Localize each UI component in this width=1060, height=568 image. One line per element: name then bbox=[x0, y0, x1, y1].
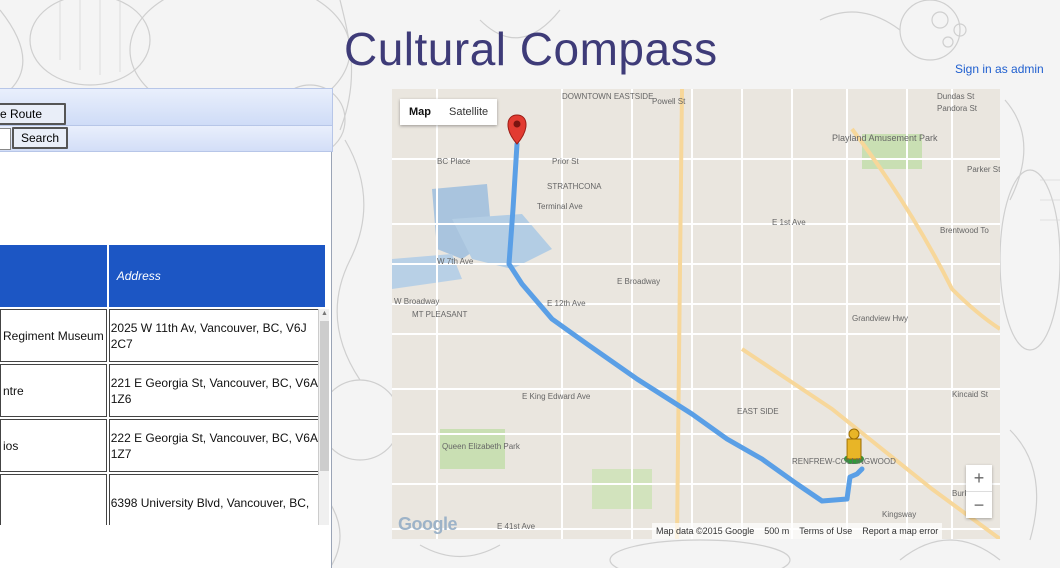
map-label: STRATHCONA bbox=[547, 182, 602, 191]
map-label: DOWNTOWN EASTSIDE bbox=[562, 92, 653, 101]
location-name: ios bbox=[0, 419, 107, 472]
map-label: Pandora St bbox=[937, 104, 978, 113]
table-row[interactable]: ntre 221 E Georgia St, Vancouver, BC, V6… bbox=[0, 364, 325, 417]
map-label: RENFREW-COLLINGWOOD bbox=[792, 457, 896, 466]
location-name-text: ios bbox=[3, 438, 19, 453]
location-name: ntre bbox=[0, 364, 107, 417]
zoom-in-icon[interactable]: + bbox=[966, 465, 992, 491]
table-row[interactable]: ios 222 E Georgia St, Vancouver, BC, V6A… bbox=[0, 419, 325, 472]
location-name-text: Regiment Museum bbox=[3, 328, 104, 343]
map-label: Dundas St bbox=[937, 92, 975, 101]
map-label: Kingsway bbox=[882, 510, 916, 519]
locations-table: Address Regiment Museum 2025 W 11th Av, … bbox=[0, 243, 327, 525]
destination-marker-icon[interactable] bbox=[507, 114, 527, 145]
map-label: Kincaid St bbox=[952, 390, 989, 399]
report-error-link[interactable]: Report a map error bbox=[862, 526, 938, 536]
map-footer: Map data ©2015 Google 500 m Terms of Use… bbox=[652, 523, 943, 539]
map-label: W Broadway bbox=[394, 297, 439, 306]
park-area bbox=[592, 469, 652, 509]
table-row[interactable]: 6398 University Blvd, Vancouver, BC, bbox=[0, 474, 325, 525]
map-label: Grandview Hwy bbox=[852, 314, 908, 323]
map-label: E 12th Ave bbox=[547, 299, 586, 308]
table-row[interactable]: Regiment Museum 2025 W 11th Av, Vancouve… bbox=[0, 309, 325, 362]
map-label: Parker St bbox=[967, 165, 1000, 174]
scrollbar-thumb[interactable] bbox=[320, 321, 329, 471]
location-address: 221 E Georgia St, Vancouver, BC, V6A 1Z6 bbox=[108, 364, 325, 417]
map-label: BC Place bbox=[437, 157, 471, 166]
map-label: W 7th Ave bbox=[437, 257, 474, 266]
map-label: E Broadway bbox=[617, 277, 660, 286]
map-label: E 41st Ave bbox=[497, 522, 536, 531]
column-header-address: Address bbox=[108, 245, 325, 307]
locations-table-wrap: Address Regiment Museum 2025 W 11th Av, … bbox=[0, 243, 329, 525]
map-label: Prior St bbox=[552, 157, 579, 166]
map-scale[interactable]: 500 m bbox=[764, 526, 789, 536]
map-label: Queen Elizabeth Park bbox=[442, 442, 521, 451]
map-label: EAST SIDE bbox=[737, 407, 779, 416]
save-route-label: ve Route bbox=[0, 107, 43, 121]
map-label: MT PLEASANT bbox=[412, 310, 468, 319]
zoom-out-icon[interactable]: − bbox=[966, 492, 992, 518]
map-view[interactable]: DOWNTOWN EASTSIDE BC Place STRATHCONA Pr… bbox=[392, 89, 1000, 539]
search-button[interactable]: Search bbox=[12, 127, 68, 149]
scroll-up-arrow-icon[interactable]: ▲ bbox=[321, 310, 328, 317]
map-label: Terminal Ave bbox=[537, 202, 583, 211]
location-name-text: ntre bbox=[3, 383, 24, 398]
map-label: Playland Amusement Park bbox=[832, 133, 938, 143]
map-type-satellite[interactable]: Satellite bbox=[440, 99, 497, 125]
map-type-map[interactable]: Map bbox=[400, 99, 440, 125]
table-scrollbar[interactable]: ▲ bbox=[318, 309, 329, 525]
sign-in-admin-link[interactable]: Sign in as admin bbox=[955, 62, 1044, 76]
map-label: E King Edward Ave bbox=[522, 392, 591, 401]
map-data-credit: Map data ©2015 Google bbox=[656, 526, 755, 536]
location-address: 222 E Georgia St, Vancouver, BC, V6A 1Z7 bbox=[108, 419, 325, 472]
page-title: Cultural Compass bbox=[344, 23, 718, 75]
map-label: Powell St bbox=[652, 97, 686, 106]
location-name bbox=[0, 474, 107, 525]
map-label: E 1st Ave bbox=[772, 218, 806, 227]
zoom-control: + − bbox=[966, 465, 992, 518]
location-address: 6398 University Blvd, Vancouver, BC, bbox=[108, 474, 325, 525]
save-route-button[interactable]: ve Route bbox=[0, 103, 66, 125]
terms-link[interactable]: Terms of Use bbox=[799, 526, 852, 536]
map-type-control: Map Satellite bbox=[400, 99, 498, 125]
search-input[interactable] bbox=[0, 128, 11, 150]
location-name: Regiment Museum bbox=[0, 309, 107, 362]
location-address: 2025 W 11th Av, Vancouver, BC, V6J 2C7 bbox=[108, 309, 325, 362]
column-header-name bbox=[0, 245, 107, 307]
google-logo: Google bbox=[398, 514, 458, 534]
map-label: Brentwood To bbox=[940, 226, 989, 235]
map-canvas[interactable]: DOWNTOWN EASTSIDE BC Place STRATHCONA Pr… bbox=[392, 89, 1000, 539]
